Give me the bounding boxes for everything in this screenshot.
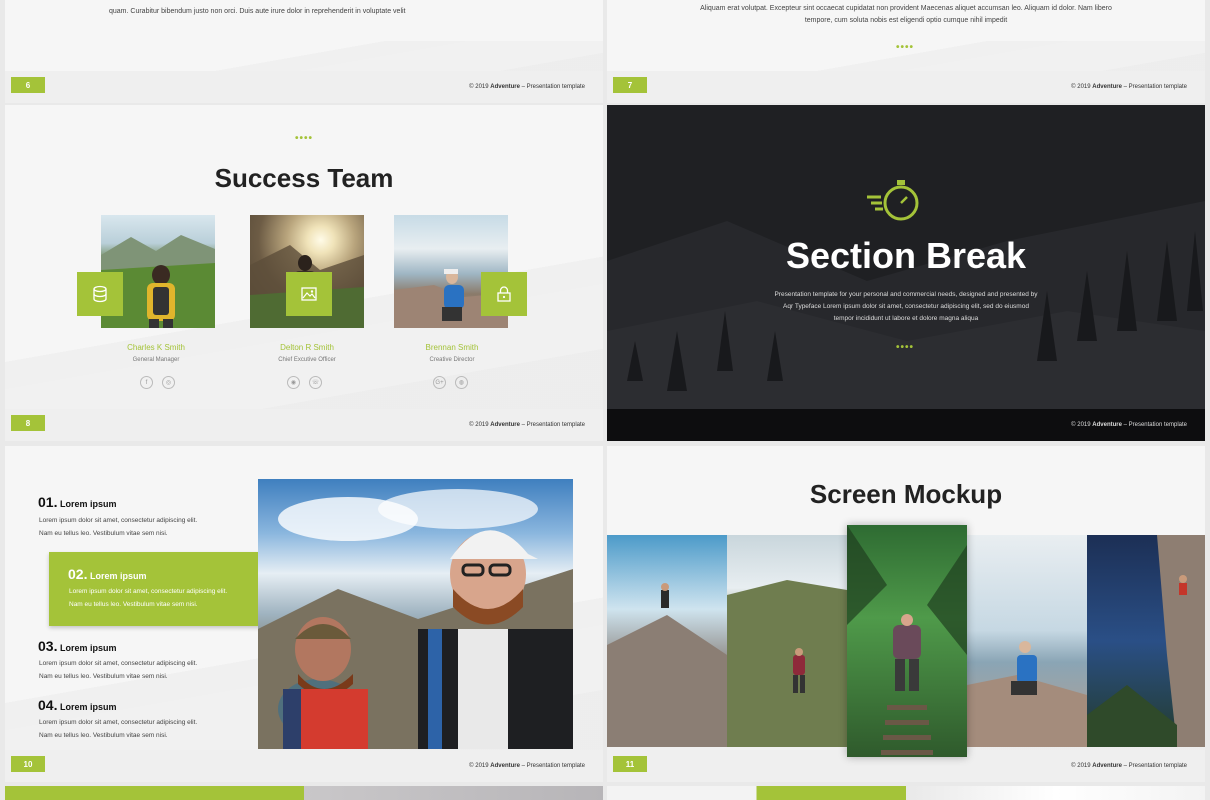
copyright: © 2019 Adventure – Presentation template [1071,84,1187,90]
member-role: General Manager [132,357,180,363]
copyright: © 2019 Adventure – Presentation template [469,84,585,90]
list-item-4-title: 04. Lorem ipsum [38,697,117,713]
member-role: Creative Director [429,357,475,363]
copyright: © 2019 Adventure – Presentation template [1071,422,1187,428]
image-icon [301,287,317,301]
member-badge [286,272,332,316]
member-role: Chief Excutive Officer [278,357,336,363]
copyright: © 2019 Adventure – Presentation template [469,422,585,428]
section-desc-line-3: tempor incididunt ut labore et dolore ma… [833,315,979,322]
globe-icon[interactable]: ◍ [455,376,468,389]
lock-icon [497,286,511,302]
facebook-icon[interactable]: f [140,376,153,389]
section-description: Presentation template for your personal … [607,289,1205,325]
mockup-screen-3-featured [847,525,967,757]
slide-6-body-text: quam. Curabitur bibendum justo non orci.… [109,8,406,15]
slide-11[interactable]: Screen Mockup 11 © 2019 Adventure – Pres… [607,446,1205,782]
slide-13-partial[interactable] [607,786,1205,800]
forest-stairs-illustration [847,525,967,755]
highlighted-list-item[interactable]: 02. Lorem ipsum Lorem ipsum dolor sit am… [49,552,277,626]
whatsapp-icon[interactable]: ☏ [309,376,322,389]
member-name: Delton R Smith [280,343,334,352]
hikers-photo [258,479,573,749]
slide-title: Success Team [214,163,394,193]
dots-decoration: •••• [896,342,915,353]
list-item-3-text: Lorem ipsum dolor sit amet, consectetur … [39,660,198,680]
slide-7[interactable]: Aliquam erat volutpat. Excepteur sint oc… [607,0,1205,103]
list-item-2-text: Lorem ipsum dolor sit amet, consectetur … [69,588,228,608]
member-badge [77,272,123,316]
mockup-screen-2 [727,535,847,747]
list-item-1-title: 01. Lorem ipsum [38,494,117,510]
rock-cliff-illustration [607,583,727,747]
section-title: Section Break [785,235,1027,276]
google-plus-icon[interactable]: G+ [433,376,446,389]
slide-7-line-2: tempore, cum soluta nobis est eligendi o… [804,17,1008,24]
section-desc-line-2: Aqr Typeface Lorem ipsum dolor sit amet,… [783,303,1029,310]
page-number: 11 [613,756,647,772]
mockup-screen-4 [967,535,1087,747]
dots-decoration: •••• [295,133,314,144]
member-name: Charles K Smith [127,343,185,352]
slide-8[interactable]: •••• Success Team Charles K Smith Genera… [5,105,603,441]
page-number: 10 [11,756,45,772]
stopwatch-icon [867,180,919,221]
copyright: © 2019 Adventure – Presentation template [1071,763,1187,769]
slide-7-body-text: Aliquam erat volutpat. Excepteur sint oc… [647,3,1165,27]
sitting-hiker-illustration [967,641,1087,747]
trail-hiker-illustration [727,580,847,747]
dribbble-icon[interactable]: ◉ [287,376,300,389]
climber-illustration [1087,535,1205,747]
page-number: 6 [11,77,45,93]
member-name: Brennan Smith [425,343,479,352]
slide-12-partial[interactable] [5,786,603,800]
two-hikers-illustration [258,489,573,749]
page-number: 7 [613,77,647,93]
mockup-screen-5 [1087,535,1205,747]
slide-10[interactable]: 01. Lorem ipsum Lorem ipsum dolor sit am… [5,446,603,782]
instagram-icon[interactable]: ◎ [162,376,175,389]
section-desc-line-1: Presentation template for your personal … [774,291,1038,298]
slide-6[interactable]: quam. Curabitur bibendum justo non orci.… [5,0,603,103]
database-icon [93,285,107,303]
page-number: 8 [11,415,45,431]
copyright: © 2019 Adventure – Presentation template [469,763,585,769]
member-badge [481,272,527,316]
list-item-2-title: 02. Lorem ipsum [68,566,147,582]
slide-title: Screen Mockup [809,479,1003,509]
list-item-3-title: 03. Lorem ipsum [38,638,117,654]
list-item-4-text: Lorem ipsum dolor sit amet, consectetur … [39,719,198,739]
slide-7-line-1: Aliquam erat volutpat. Excepteur sint oc… [700,5,1112,12]
slide-9[interactable]: Section Break Presentation template for … [607,105,1205,441]
list-item-1-text: Lorem ipsum dolor sit amet, consectetur … [39,517,198,537]
dots-decoration: •••• [896,42,915,53]
mockup-screen-1 [607,535,727,747]
